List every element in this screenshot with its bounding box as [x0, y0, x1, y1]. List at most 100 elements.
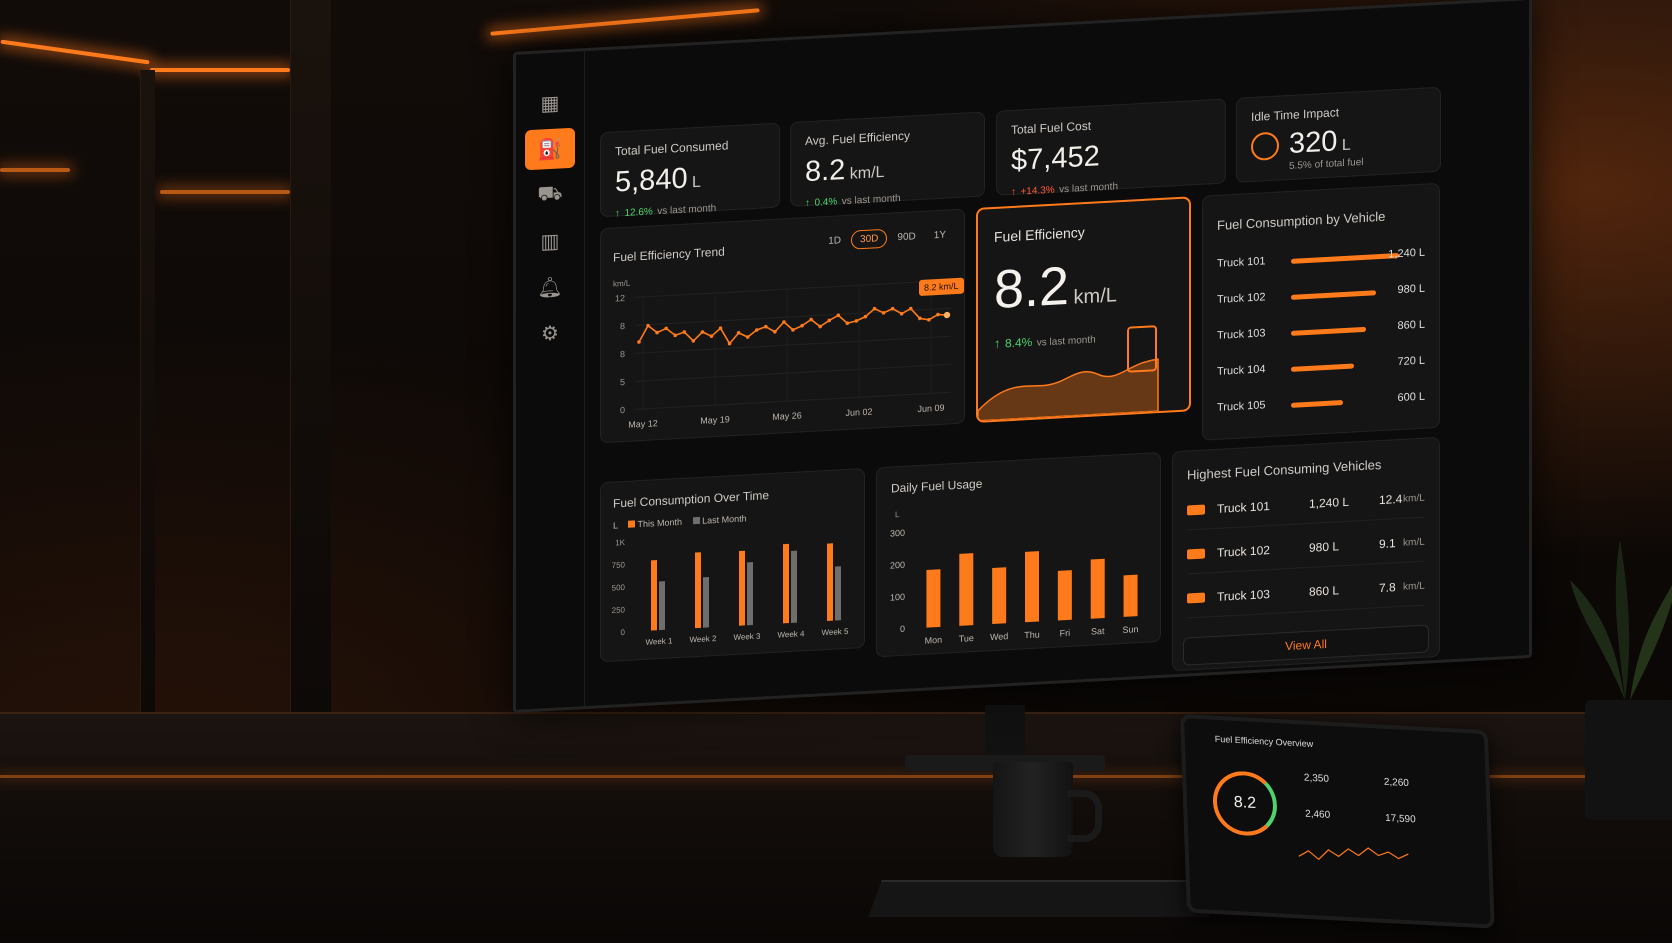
tablet-stat: 2,350	[1303, 772, 1330, 785]
week-bar	[659, 581, 665, 631]
x-tick-label: May 26	[772, 410, 801, 422]
kpi-label: Idle Time Impact	[1251, 105, 1340, 125]
y-tick-label: 0	[620, 405, 625, 415]
week-bar	[747, 562, 753, 626]
data-point	[943, 311, 951, 319]
x-tick-label: Week 2	[690, 634, 718, 644]
wall-light	[0, 168, 70, 172]
arrow-up-icon: ↑	[1011, 186, 1016, 199]
x-tick-label: May 12	[628, 418, 657, 430]
x-tick-label: Wed	[990, 631, 1008, 642]
trend-chart: km/L 0 5 8 8 12 May 12 May 19 May 26 Jun 02 Jun 09	[613, 279, 951, 430]
kpi-delta: 12.6%	[624, 206, 653, 219]
tablet: Fuel Efficiency Overview 8.2 2,350 2,260…	[1180, 714, 1495, 929]
arrow-up-icon: ↑	[615, 208, 620, 220]
range-30d[interactable]: 30D	[851, 228, 888, 250]
x-tick-label: Mon	[925, 635, 943, 646]
x-tick-label: Jun 02	[845, 407, 872, 418]
list-item[interactable]: Truck 102 980 L 9.1 km/L	[1187, 530, 1425, 575]
nav-fuel[interactable]: ⛽	[525, 127, 575, 171]
daily-chart: L 0 100 200 300 Mon Tue Wed Thu Fri Sat Sun	[890, 510, 1139, 646]
nav-dashboard[interactable]: ▦	[525, 82, 575, 125]
vehicle-eff: 7.8	[1379, 580, 1396, 596]
kpi-label: Total Fuel Consumed	[615, 138, 729, 159]
vehicle-row[interactable]: Truck 105 600 L	[1217, 389, 1425, 420]
tablet-sparkline	[1298, 847, 1409, 861]
x-tick-label: Tue	[959, 633, 974, 644]
list-item[interactable]: Truck 103 860 L 7.8 km/L	[1187, 574, 1425, 619]
card-title: Fuel Consumption by Vehicle	[1217, 208, 1386, 233]
legend-swatch	[628, 520, 636, 528]
plant	[1570, 540, 1672, 820]
kpi-value: 5,840	[615, 162, 688, 199]
nav-alerts[interactable]: 🔔︎	[525, 266, 575, 309]
notebook	[868, 880, 1222, 917]
vehicle-fuel: 1,240 L	[1309, 494, 1350, 511]
nav-settings[interactable]: ⚙	[525, 312, 575, 355]
week-bar	[703, 576, 709, 628]
vehicle-value: 1,240 L	[1388, 246, 1425, 261]
nav-reports[interactable]: ▥	[525, 220, 575, 263]
x-tick-label: Sat	[1091, 626, 1105, 637]
week-bar	[695, 552, 701, 629]
range-1y[interactable]: 1Y	[926, 226, 954, 245]
data-point	[927, 317, 931, 322]
gear-icon: ⚙	[541, 322, 559, 345]
range-1d[interactable]: 1D	[820, 232, 849, 251]
tablet-stat: 17,590	[1384, 812, 1416, 826]
grid-line	[635, 363, 951, 382]
view-all-button[interactable]: View All	[1183, 624, 1429, 666]
y-tick-label: 200	[890, 560, 905, 571]
kpi-unit: km/L	[849, 163, 885, 183]
kpi-delta: 0.4%	[814, 196, 838, 209]
vehicle-eff: 9.1	[1379, 536, 1396, 552]
vehicle-row[interactable]: Truck 102 980 L	[1217, 281, 1425, 312]
nav-vehicles[interactable]: ⛟	[525, 174, 575, 217]
vehicle-label: Truck 101	[1217, 255, 1266, 270]
card-title: Highest Fuel Consuming Vehicles	[1187, 456, 1382, 483]
vehicle-row[interactable]: Truck 104 720 L	[1217, 353, 1425, 384]
x-tick-label: Week 5	[822, 627, 850, 637]
list-item[interactable]: Truck 101 1,240 L 12.4 km/L	[1187, 486, 1425, 531]
vehicle-bar	[1291, 363, 1354, 372]
day-bar	[926, 569, 941, 628]
vehicle-fuel: 980 L	[1309, 539, 1340, 555]
card-title: Fuel Consumption Over Time	[613, 488, 770, 511]
efficiency-card[interactable]: Fuel Efficiency 8.2 km/L ↑ 8.4% vs last …	[976, 196, 1191, 423]
over-time-card: Fuel Consumption Over Time L This Month …	[600, 467, 865, 663]
kpi-idle-time: Idle Time Impact 320 L 5.5% of total fue…	[1236, 86, 1441, 183]
y-axis-label: L	[895, 510, 900, 519]
ceiling-light	[150, 68, 290, 72]
range-selector: 1D 30D 90D 1Y	[818, 224, 954, 251]
y-tick-label: 5	[620, 377, 625, 387]
data-point	[827, 318, 832, 323]
grid-line	[635, 391, 951, 410]
tablet-gauge-value: 8.2	[1233, 793, 1257, 813]
week-bar	[783, 543, 789, 624]
vehicle-bar	[1291, 400, 1344, 408]
vehicle-row[interactable]: Truck 101 1,240 L	[1217, 245, 1425, 276]
vehicle-name: Truck 102	[1217, 543, 1270, 560]
mug-handle	[1067, 790, 1102, 842]
kpi-value: 320	[1289, 125, 1338, 160]
data-point	[754, 328, 759, 332]
week-bar	[835, 566, 841, 621]
card-title: Daily Fuel Usage	[891, 476, 983, 496]
day-bar	[1025, 551, 1039, 623]
data-point	[863, 314, 868, 319]
data-point	[936, 312, 940, 317]
weekly-chart: 0 250 500 750 1K Week 1 Week 2 Week 3 Week 4 Week…	[612, 538, 850, 647]
kpi-unit: L	[692, 173, 701, 192]
vehicle-bar	[1291, 326, 1366, 336]
efficiency-wave	[978, 358, 1159, 421]
y-tick-label: 100	[890, 592, 905, 603]
kpi-delta-suffix: vs last month	[657, 202, 717, 218]
vehicle-name: Truck 103	[1217, 587, 1270, 604]
kpi-total-fuel: Total Fuel Consumed 5,840 L ↑ 12.6% vs l…	[600, 122, 780, 220]
vehicle-row[interactable]: Truck 103 860 L	[1217, 317, 1425, 348]
fuel-pump-icon: ⛽	[537, 137, 563, 162]
vehicle-fuel: 860 L	[1309, 583, 1340, 599]
vehicle-label: Truck 104	[1217, 363, 1266, 378]
by-vehicle-card: Fuel Consumption by Vehicle Truck 101 1,2…	[1202, 182, 1440, 441]
range-90d[interactable]: 90D	[889, 228, 923, 247]
